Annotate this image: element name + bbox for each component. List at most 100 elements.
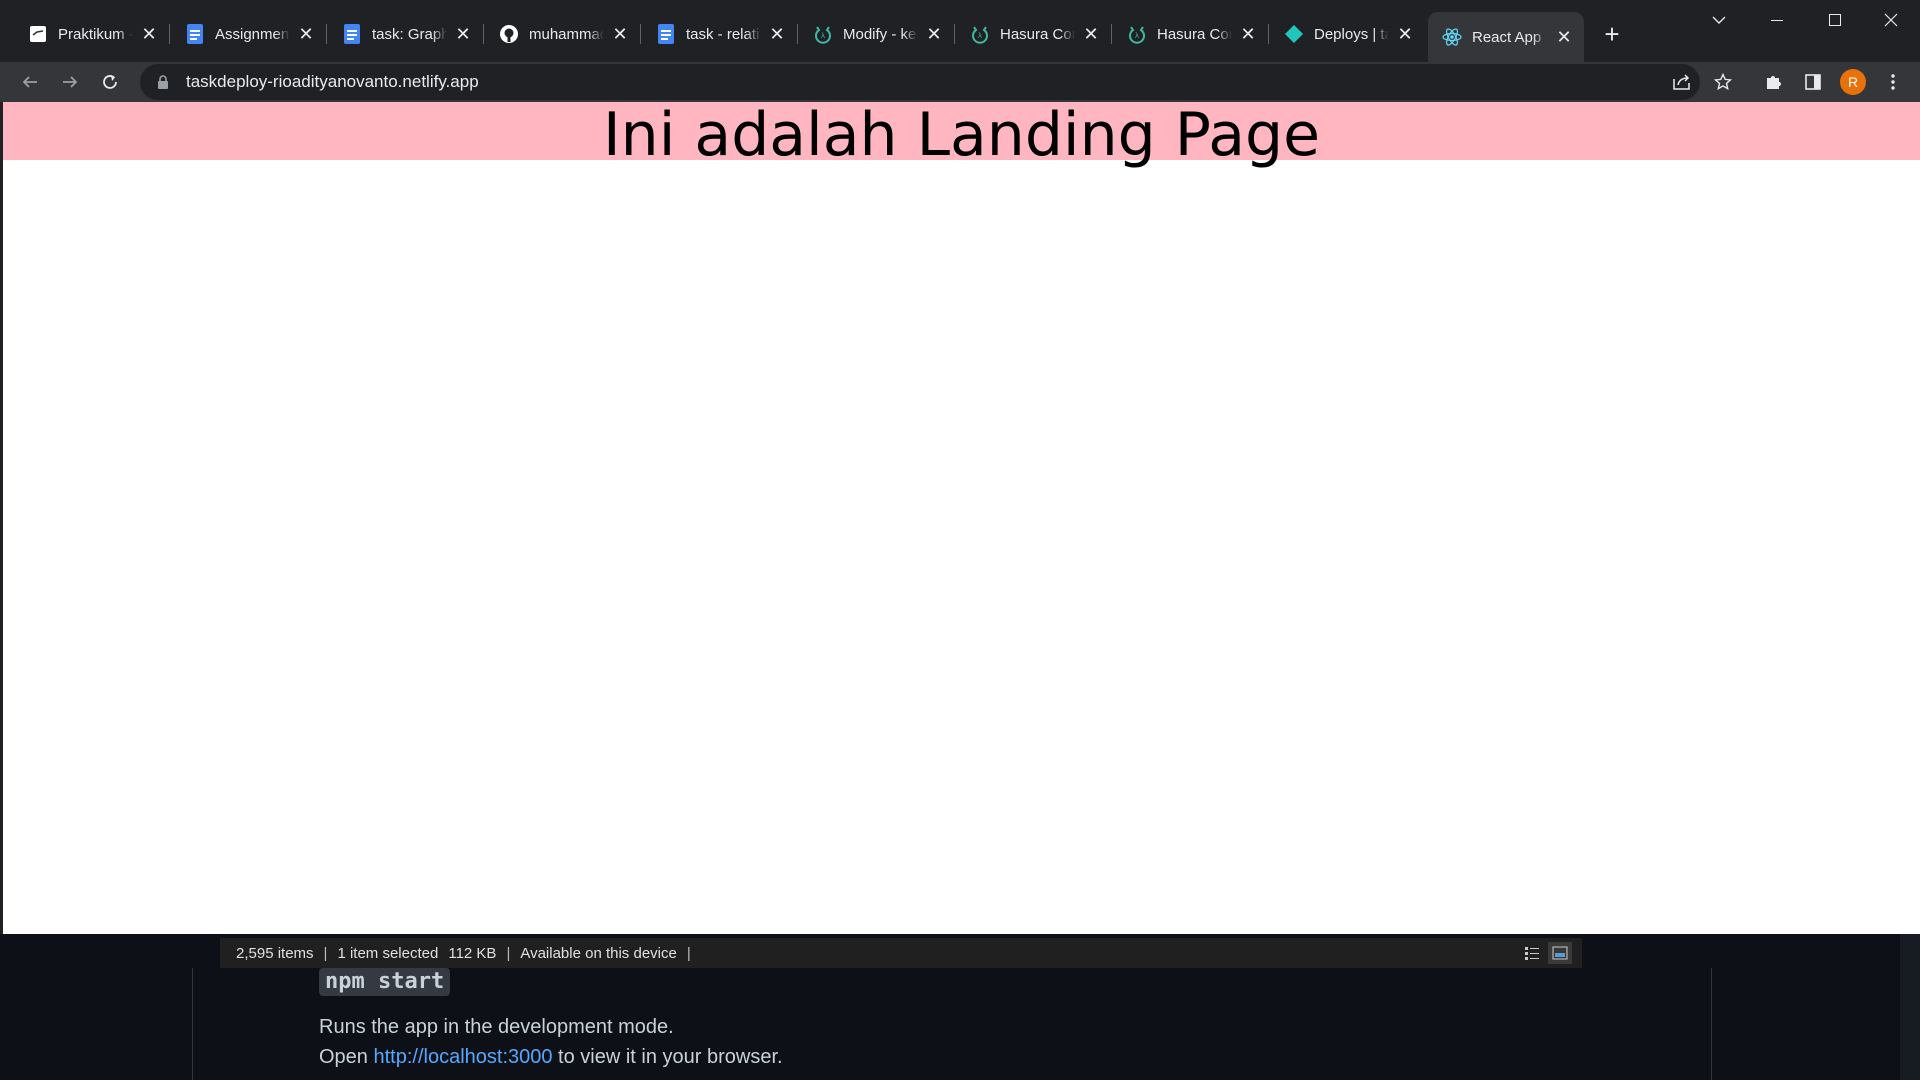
large-icons-view-icon: [1552, 946, 1568, 960]
divider: |: [506, 944, 511, 962]
close-icon[interactable]: ✕: [1238, 24, 1258, 44]
svg-text:λ: λ: [978, 32, 982, 40]
kebab-menu-icon: [1891, 74, 1895, 90]
tab-strip: Praktikum - ✕ Assignment ✕ task: Graph ✕…: [0, 0, 1920, 62]
tab-task-graph[interactable]: task: Graph ✕: [328, 14, 484, 54]
tab-title: Hasura Con: [1157, 25, 1232, 43]
minimize-icon: [1771, 20, 1783, 21]
hasura-icon: λ: [1127, 24, 1147, 44]
netlify-icon: [1284, 24, 1304, 44]
hasura-icon: λ: [970, 24, 990, 44]
reload-icon: [103, 75, 117, 89]
lock-icon: [156, 75, 170, 89]
page-title: Ini adalah Landing Page: [602, 100, 1321, 170]
close-icon[interactable]: ✕: [139, 24, 159, 44]
maximize-button[interactable]: [1806, 0, 1864, 40]
localhost-link[interactable]: http://localhost:3000: [373, 1046, 552, 1068]
tab-title: Hasura Con: [1000, 25, 1075, 43]
tab-hasura-2[interactable]: λ Hasura Con ✕: [1113, 14, 1269, 54]
tab-title: Praktikum -: [58, 25, 133, 43]
google-docs-icon: [185, 24, 205, 44]
tab-title: Deploys | ta: [1314, 25, 1389, 43]
extensions-button[interactable]: [1757, 66, 1789, 98]
doc-white-icon: [28, 24, 48, 44]
google-docs-icon: [342, 24, 362, 44]
availability-status: Available on this device: [520, 944, 677, 962]
divider: |: [323, 944, 328, 962]
selection-size: 112 KB: [448, 944, 497, 962]
google-docs-icon: [656, 24, 676, 44]
arrow-left-icon: [22, 76, 37, 88]
tab-separator: [640, 24, 641, 44]
tab-title: task - relati: [686, 25, 760, 43]
tab-title: muhammad: [529, 25, 604, 43]
selection-count: 1 item selected: [337, 944, 439, 962]
minimize-button[interactable]: [1748, 0, 1806, 40]
close-icon[interactable]: ✕: [1395, 24, 1415, 44]
chevron-down-icon: [1712, 16, 1726, 24]
browser-toolbar: taskdeploy-rioadityanovanto.netlify.app …: [0, 62, 1920, 102]
share-button[interactable]: [1666, 66, 1698, 98]
url-text[interactable]: taskdeploy-rioadityanovanto.netlify.app: [186, 72, 479, 92]
browser-window: Praktikum - ✕ Assignment ✕ task: Graph ✕…: [0, 0, 1920, 934]
share-icon: [1673, 74, 1690, 90]
tab-separator: [1111, 24, 1112, 44]
readme-line-2: Open http://localhost:3000 to view it in…: [319, 1046, 783, 1069]
bookmark-button[interactable]: [1707, 66, 1739, 98]
landing-header: Ini adalah Landing Page: [3, 102, 1920, 168]
tab-title: React App: [1472, 28, 1542, 46]
star-icon: [1714, 73, 1732, 91]
tab-separator: [797, 24, 798, 44]
react-icon: [1442, 27, 1462, 47]
tab-deploys[interactable]: Deploys | ta ✕: [1270, 14, 1425, 54]
back-button[interactable]: [14, 66, 46, 98]
reload-button[interactable]: [94, 66, 126, 98]
tab-title: task: Graph: [372, 25, 447, 43]
side-panel-button[interactable]: [1797, 66, 1829, 98]
readme-line-1: Runs the app in the development mode.: [319, 1016, 674, 1038]
tab-hasura-1[interactable]: λ Hasura Con ✕: [956, 14, 1112, 54]
readme-panel: npm start Runs the app in the developmen…: [192, 968, 1712, 1080]
close-icon: [1884, 13, 1898, 27]
new-tab-button[interactable]: +: [1596, 18, 1628, 50]
tab-praktikum[interactable]: Praktikum - ✕: [14, 14, 170, 54]
close-icon[interactable]: ✕: [1081, 24, 1101, 44]
close-icon[interactable]: ✕: [924, 24, 944, 44]
svg-text:λ: λ: [821, 32, 825, 40]
tab-title: Modify - ke: [843, 25, 917, 43]
tab-github[interactable]: muhammad ✕: [485, 14, 641, 54]
forward-button[interactable]: [54, 66, 86, 98]
code-command: npm start: [319, 968, 451, 996]
svg-text:λ: λ: [1135, 32, 1139, 40]
large-icons-view-button[interactable]: [1548, 942, 1572, 964]
tab-separator: [954, 24, 955, 44]
tab-assignment[interactable]: Assignment ✕: [171, 14, 327, 54]
github-icon: [499, 24, 519, 44]
readme-text: to view it in your browser.: [552, 1046, 783, 1068]
hasura-icon: λ: [813, 24, 833, 44]
details-view-button[interactable]: [1520, 942, 1544, 964]
tab-react-app[interactable]: React App ✕: [1428, 12, 1584, 62]
close-window-button[interactable]: [1862, 0, 1920, 40]
arrow-right-icon: [63, 76, 78, 88]
tab-task-relation[interactable]: task - relati ✕: [642, 14, 798, 54]
tab-separator: [1268, 24, 1269, 44]
tab-separator: [326, 24, 327, 44]
tab-search-button[interactable]: [1690, 0, 1748, 40]
explorer-status-bar: 2,595 items | 1 item selected 112 KB | A…: [220, 938, 1582, 968]
close-icon[interactable]: ✕: [610, 24, 630, 44]
close-icon[interactable]: ✕: [767, 24, 787, 44]
close-icon[interactable]: ✕: [453, 24, 473, 44]
address-bar[interactable]: taskdeploy-rioadityanovanto.netlify.app: [140, 64, 1700, 100]
menu-button[interactable]: [1877, 66, 1909, 98]
item-count: 2,595 items: [236, 944, 314, 962]
tab-modify[interactable]: λ Modify - ke ✕: [799, 14, 955, 54]
tab-title: Assignment: [215, 25, 290, 43]
puzzle-icon: [1767, 76, 1781, 89]
profile-avatar[interactable]: R: [1840, 69, 1866, 95]
close-icon[interactable]: ✕: [296, 24, 316, 44]
page-viewport: Ini adalah Landing Page: [3, 102, 1920, 934]
scrollbar[interactable]: [1900, 934, 1920, 1080]
maximize-icon: [1829, 14, 1841, 26]
close-icon[interactable]: ✕: [1554, 27, 1574, 47]
